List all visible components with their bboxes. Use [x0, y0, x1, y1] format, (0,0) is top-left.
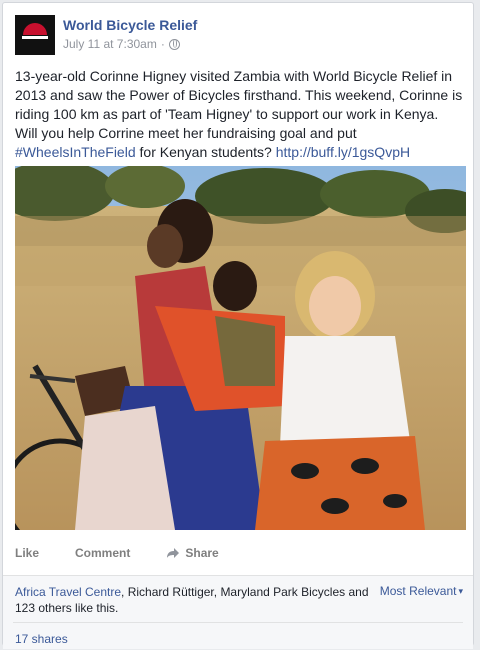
likes-sep-1: ,: [121, 585, 128, 599]
post-text-after-hashtag: for Kenyan students?: [135, 144, 276, 160]
globe-icon[interactable]: [168, 38, 180, 50]
post-card: World Bicycle Relief July 11 at 7:30am ·…: [2, 2, 474, 649]
share-arrow-icon: [167, 548, 180, 558]
likes-section: Africa Travel Centre, Richard Rüttiger, …: [3, 575, 473, 649]
post-text-main: 13-year-old Corinne Higney visited Zambi…: [15, 68, 463, 141]
shares-count-link[interactable]: 17 shares: [15, 632, 68, 646]
post-meta: July 11 at 7:30am ·: [63, 37, 180, 51]
share-button[interactable]: Share: [166, 546, 219, 560]
post-body: 13-year-old Corinne Higney visited Zambi…: [15, 67, 463, 162]
share-label: Share: [185, 546, 219, 560]
likes-summary: Africa Travel Centre, Richard Rüttiger, …: [15, 584, 375, 616]
liker-link-1[interactable]: Africa Travel Centre: [15, 585, 121, 599]
comment-label: Comment: [75, 546, 131, 560]
photo-girls-on-bicycle: [15, 166, 466, 530]
page-avatar[interactable]: [15, 15, 55, 55]
post-url-link[interactable]: http://buff.ly/1gsQvpH: [276, 144, 410, 160]
sort-label: Most Relevant: [379, 584, 457, 598]
chevron-down-icon: ▾: [458, 585, 463, 596]
likes-divider: [13, 622, 463, 623]
post-header: World Bicycle Relief July 11 at 7:30am ·: [15, 15, 455, 55]
post-actions: Like Comment Share: [15, 539, 465, 567]
meta-separator: ·: [160, 37, 165, 51]
liker-link-2[interactable]: Richard Rüttiger: [128, 585, 214, 599]
like-button[interactable]: Like: [15, 546, 39, 560]
post-photo[interactable]: [15, 166, 466, 530]
like-label: Like: [15, 546, 40, 560]
post-timestamp[interactable]: July 11 at 7:30am: [63, 37, 157, 51]
page-name-link[interactable]: World Bicycle Relief: [63, 17, 197, 33]
liker-link-3[interactable]: Maryland Park Bicycles: [220, 585, 345, 599]
sort-dropdown[interactable]: Most Relevant ▾: [380, 584, 463, 598]
world-bicycle-relief-logo-icon: [15, 15, 55, 55]
comment-button[interactable]: Comment: [75, 546, 130, 560]
hashtag-link[interactable]: #WheelsInTheField: [15, 144, 136, 160]
